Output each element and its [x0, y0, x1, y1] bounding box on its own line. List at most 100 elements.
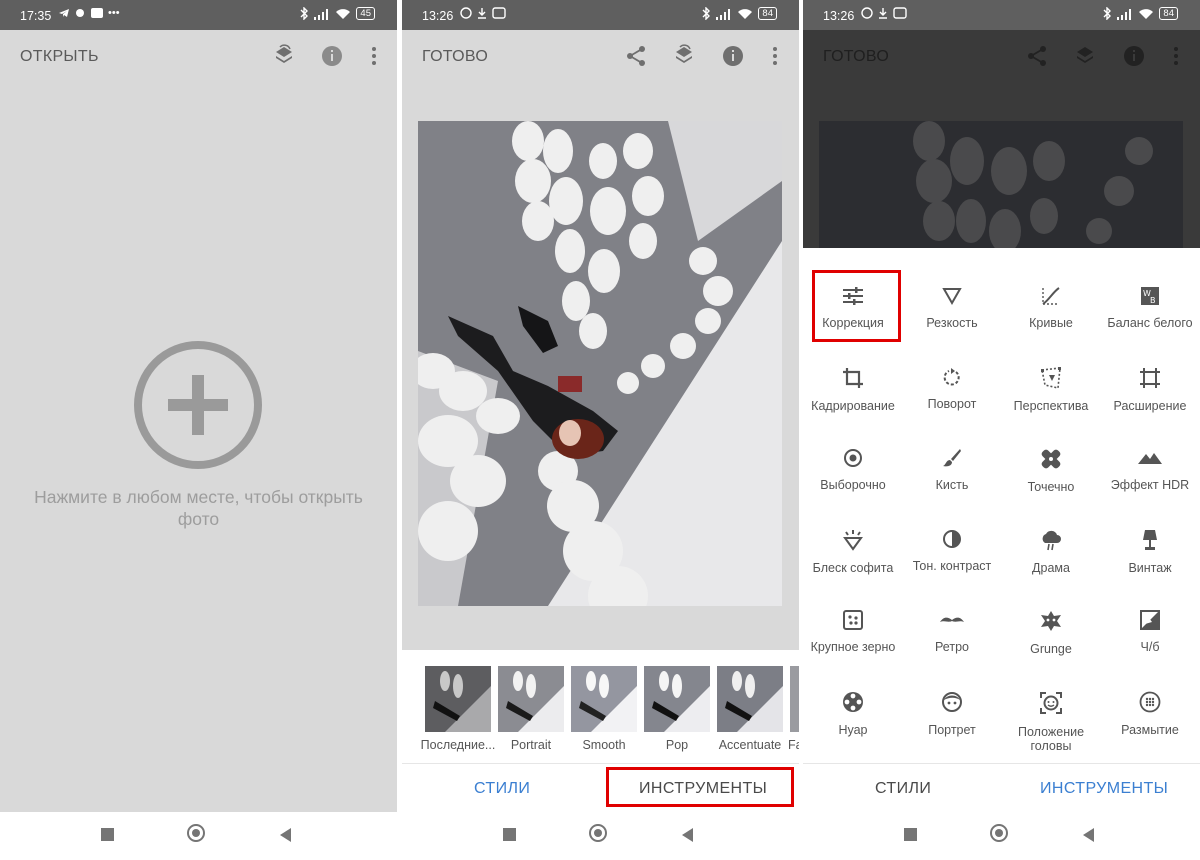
style-thumb[interactable] [644, 666, 710, 732]
tool-details[interactable]: Резкость [902, 286, 1002, 330]
bottom-tabs: СТИЛИ ИНСТРУМЕНТЫ [803, 763, 1200, 814]
expand-icon [1140, 368, 1160, 388]
notification-icons: ••• [58, 7, 120, 19]
recents-button[interactable] [503, 828, 516, 841]
tool-curves[interactable]: Кривые [1001, 286, 1101, 330]
done-button[interactable]: ГОТОВО [422, 48, 488, 66]
tool-healing[interactable]: Точечно [1001, 448, 1101, 494]
open-area[interactable]: ОТКРЫТЬ Нажмите в любом месте, чтобы отк… [0, 30, 397, 812]
pinterest-icon [460, 7, 472, 19]
layers-icon[interactable] [1073, 44, 1097, 68]
perspective-icon [1041, 367, 1061, 389]
done-button[interactable]: ГОТОВО [823, 48, 889, 66]
tool-glamour-glow[interactable]: Блеск софита [803, 529, 903, 575]
tool-selective[interactable]: Выборочно [803, 448, 903, 492]
share-icon[interactable] [624, 44, 648, 68]
status-bar: 17:35 ••• 45 [0, 0, 397, 30]
style-thumb[interactable] [498, 666, 564, 732]
style-thumb[interactable] [790, 666, 799, 732]
back-button[interactable] [1083, 828, 1094, 842]
tool-drama[interactable]: Драма [1001, 529, 1101, 575]
more-vert-icon[interactable] [1164, 44, 1188, 68]
tab-tools[interactable]: ИНСТРУМЕНТЫ [1040, 780, 1168, 798]
recents-button[interactable] [904, 828, 917, 841]
tool-label: Кадрирование [811, 399, 895, 413]
tool-retrolux[interactable]: Ретро [902, 610, 1002, 654]
tool-grainy-film[interactable]: Крупное зерно [803, 610, 903, 654]
status-bar: 13:26 84 [803, 0, 1200, 30]
tool-label: Кривые [1029, 316, 1073, 330]
highlight-box [606, 767, 794, 807]
add-photo-icon[interactable] [133, 340, 263, 470]
open-hint-text: Нажмите в любом месте, чтобы открыть фот… [34, 487, 363, 529]
style-thumb[interactable] [571, 666, 637, 732]
battery-level: 84 [1159, 7, 1178, 20]
tool-perspective[interactable]: Перспектива [1001, 367, 1101, 413]
signal-icon [1117, 8, 1132, 20]
tool-white-balance[interactable]: WB Баланс белого [1100, 286, 1200, 330]
info-icon[interactable] [320, 44, 344, 68]
wifi-icon [336, 8, 351, 19]
tool-label: Тон. контраст [912, 559, 992, 573]
share-icon[interactable] [1025, 44, 1049, 68]
recents-button[interactable] [101, 828, 114, 841]
tool-tonal-contrast[interactable]: Тон. контраст [902, 529, 1002, 573]
tab-styles[interactable]: СТИЛИ [474, 780, 530, 798]
back-button[interactable] [280, 828, 291, 842]
tool-lens-blur[interactable]: Размытие [1100, 691, 1200, 737]
tool-grunge[interactable]: Grunge [1001, 610, 1101, 656]
blur-icon [1139, 691, 1161, 713]
tool-head-pose[interactable]: Положение головы [1001, 691, 1101, 753]
tool-brush[interactable]: Кисть [902, 448, 1002, 492]
home-button[interactable] [187, 824, 205, 842]
tool-hdr[interactable]: Эффект HDR [1100, 448, 1200, 492]
style-label: Pop [665, 738, 689, 752]
download-icon [879, 8, 887, 19]
system-nav-bar [803, 812, 1200, 860]
battery-level: 45 [356, 7, 375, 20]
status-bar: 13:26 84 [402, 0, 799, 30]
home-button[interactable] [589, 824, 607, 842]
screen-editor: 13:26 84 ГОТОВО Последние... Portrait Sm… [402, 0, 799, 860]
status-right: 45 [300, 7, 375, 20]
layers-icon[interactable] [672, 44, 696, 68]
more-vert-icon[interactable] [763, 44, 787, 68]
layers-icon[interactable] [272, 44, 296, 68]
signal-icon [314, 8, 329, 20]
tool-label: Баланс белого [1107, 316, 1193, 330]
system-nav-bar [0, 812, 397, 860]
status-right: 84 [702, 7, 777, 20]
tool-expand[interactable]: Расширение [1100, 367, 1200, 413]
tool-black-white[interactable]: Ч/б [1100, 610, 1200, 654]
drama-icon [1042, 530, 1061, 551]
app-bar: ГОТОВО [402, 30, 799, 82]
more-vert-icon[interactable] [362, 44, 386, 68]
home-button[interactable] [990, 824, 1008, 842]
tool-portrait[interactable]: Портрет [902, 691, 1002, 737]
open-button[interactable]: ОТКРЫТЬ [20, 48, 99, 66]
app-notification-icon [893, 7, 907, 19]
portrait-icon [942, 692, 962, 712]
notification-icons [861, 7, 907, 19]
tool-label: Крупное зерно [810, 640, 896, 654]
tool-crop[interactable]: Кадрирование [803, 367, 903, 413]
info-icon[interactable] [721, 44, 745, 68]
tool-label: Поворот [927, 397, 977, 411]
brush-icon [943, 449, 961, 467]
styles-strip: Последние... Portrait Smooth Pop Accentu… [402, 650, 799, 762]
app-notification-icon [492, 7, 506, 19]
healing-icon [1041, 449, 1061, 469]
tool-vintage[interactable]: Винтаж [1100, 529, 1200, 575]
tool-noir[interactable]: Нуар [803, 691, 903, 737]
noir-icon [843, 692, 863, 712]
grainy-film-icon [843, 610, 863, 630]
svg-text:B: B [1150, 296, 1156, 305]
tool-label: Grunge [1030, 642, 1072, 656]
tool-rotate[interactable]: Поворот [902, 367, 1002, 411]
info-icon[interactable] [1122, 44, 1146, 68]
style-thumb[interactable] [717, 666, 783, 732]
back-button[interactable] [682, 828, 693, 842]
triangle-icon [942, 288, 962, 306]
tab-styles[interactable]: СТИЛИ [875, 780, 931, 798]
style-thumb[interactable] [425, 666, 491, 732]
